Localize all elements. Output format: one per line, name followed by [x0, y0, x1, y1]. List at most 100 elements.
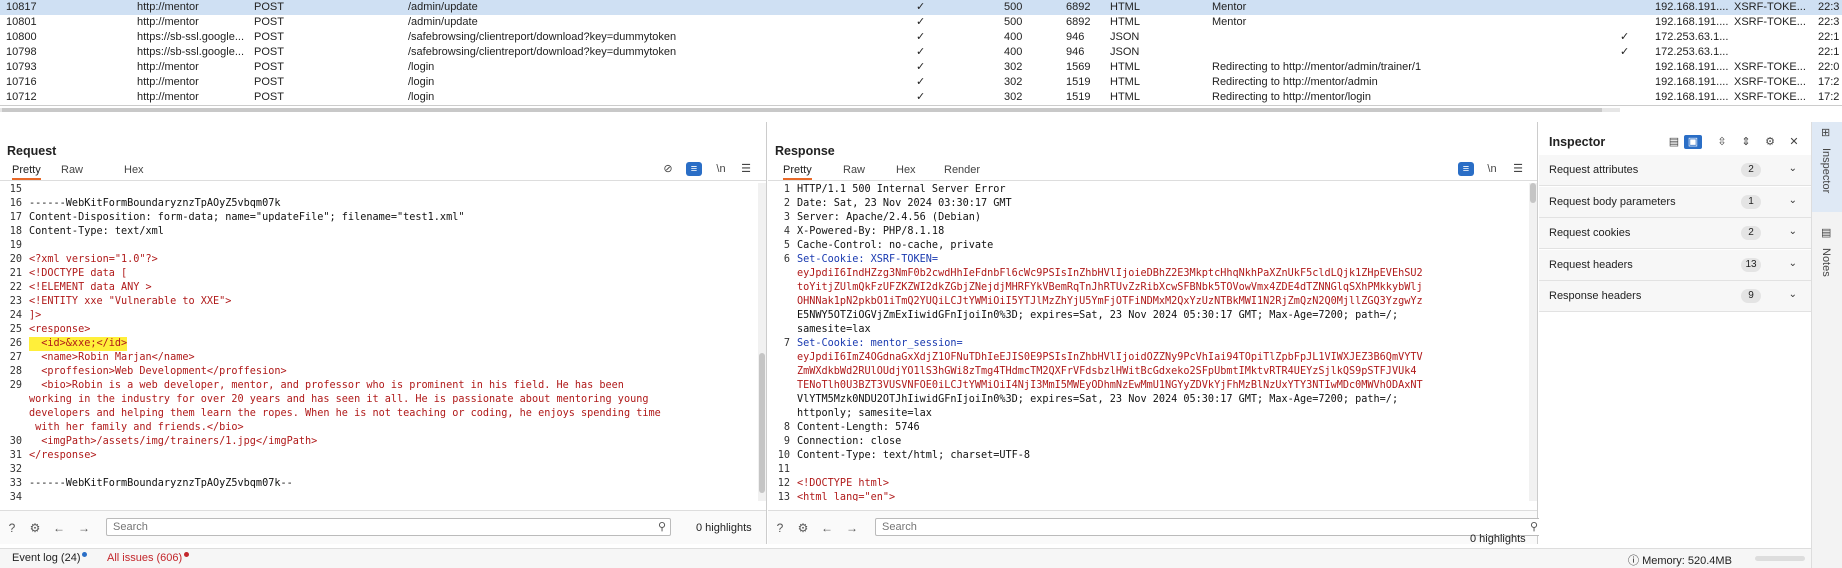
- cell-edited: ✓: [916, 1, 926, 13]
- inspector-section-label: Request attributes: [1549, 164, 1639, 176]
- cell-ip: 192.168.191....: [1655, 76, 1729, 88]
- cell-title: Redirecting to http://mentor/admin: [1212, 76, 1378, 88]
- line-number: 33: [9, 478, 22, 489]
- tab-response-pretty[interactable]: Pretty: [783, 164, 812, 180]
- line-number: 31: [9, 450, 22, 461]
- table-row[interactable]: 10712 http://mentor POST/login ✓ 302 1519 HTML…: [0, 90, 1842, 105]
- line-number: 13: [777, 492, 790, 501]
- table-row[interactable]: 10716 http://mentor POST/login ✓ 302 1519 HTML…: [0, 75, 1842, 90]
- table-row[interactable]: 10800 https://sb-ssl.google... POST/safebr…: [0, 30, 1842, 45]
- cell-time: 22:3: [1818, 16, 1840, 28]
- code-line: <response>: [29, 324, 91, 335]
- chevron-down-icon[interactable]: ⌄: [1789, 289, 1797, 300]
- line-number: 18: [9, 226, 22, 237]
- inspector-section[interactable]: Request headers 13 ⌄: [1539, 249, 1811, 281]
- inspector-section[interactable]: Request cookies 2 ⌄: [1539, 218, 1811, 249]
- code-line: X-Powered-By: PHP/8.1.18: [797, 226, 945, 237]
- line-number: 3: [783, 212, 790, 223]
- cell-time: 22:3: [1818, 1, 1840, 13]
- response-settings-icon[interactable]: ⚙: [795, 520, 811, 536]
- chevron-down-icon[interactable]: ⌄: [1789, 258, 1797, 269]
- line-number: 23: [9, 296, 22, 307]
- http-history-table: 10817 http://mentor POST/admin/update ✓ 500 6…: [0, 0, 1842, 106]
- close-icon[interactable]: ✕: [1786, 135, 1802, 149]
- chevron-down-icon[interactable]: ⌄: [1789, 163, 1797, 174]
- cell-host: http://mentor: [137, 1, 199, 13]
- cell-url: /safebrowsing/clientreport/download?key=…: [408, 46, 677, 58]
- response-wrap-lines-icon[interactable]: ≡: [1458, 162, 1474, 176]
- code-line: eyJpdiI6IndHZzg3NmF0b2cwdHhIeFdnbFl6cWc9…: [797, 268, 1423, 279]
- response-search-input[interactable]: [876, 519, 1476, 535]
- response-forward-icon[interactable]: →: [844, 520, 860, 536]
- help-icon[interactable]: ?: [4, 520, 20, 536]
- inspector-settings-icon[interactable]: ⚙: [1762, 135, 1778, 149]
- newline-toggle-icon[interactable]: \n: [713, 162, 729, 176]
- table-horizontal-scrollbar[interactable]: [0, 108, 1620, 112]
- all-issues-link[interactable]: All issues (606): [107, 552, 190, 564]
- cell-url: /safebrowsing/clientreport/download?key=…: [408, 31, 677, 43]
- cell-length: 946: [1066, 31, 1085, 43]
- response-back-icon[interactable]: ←: [819, 520, 835, 536]
- code-line: <proffesion>Web Development</proffesion>: [29, 366, 287, 377]
- cell-status: 500: [1004, 16, 1023, 28]
- request-search-field[interactable]: ⚲: [106, 518, 671, 536]
- table-row[interactable]: 10798 https://sb-ssl.google... POST/safebr…: [0, 45, 1842, 60]
- response-editor[interactable]: 1 HTTP/1.1 500 Internal Server Error 2 Date…: [768, 183, 1527, 501]
- cell-edited: ✓: [916, 61, 926, 73]
- sidebar-item-inspector[interactable]: Inspector ⊞: [1812, 122, 1842, 212]
- request-scrollbar[interactable]: [758, 183, 766, 501]
- line-number: 26: [9, 338, 22, 349]
- wrap-lines-icon[interactable]: ≡: [686, 162, 702, 176]
- cell-edited: ✓: [916, 91, 926, 103]
- request-menu-icon[interactable]: ☰: [738, 162, 754, 176]
- chevron-down-icon[interactable]: ⌄: [1789, 226, 1797, 237]
- cell-method: POST: [254, 61, 284, 73]
- tab-request-raw[interactable]: Raw: [61, 164, 83, 176]
- response-newline-icon[interactable]: \n: [1484, 162, 1500, 176]
- request-search-input[interactable]: [107, 519, 614, 535]
- code-line: <bio>Robin is a web developer, mentor, a…: [29, 380, 624, 391]
- tab-response-hex[interactable]: Hex: [896, 164, 916, 176]
- forward-icon[interactable]: →: [76, 520, 92, 536]
- code-line: VlYTM5Mzk0NDU2OTJhIiwidGFnIjoiIn0%3D; ex…: [797, 394, 1399, 405]
- request-title: Request: [7, 144, 57, 158]
- inspector-split-view-icon[interactable]: ▣: [1684, 135, 1702, 149]
- tab-response-render[interactable]: Render: [944, 164, 980, 176]
- cell-edited: ✓: [916, 46, 926, 58]
- code-line: Content-Type: text/xml: [29, 226, 164, 237]
- hide-non-printable-icon[interactable]: ⊘: [660, 162, 676, 176]
- response-search-bar: ? ⚙ ← → ⚲: [768, 510, 1543, 544]
- inspector-panel: Inspector ▤ ▣ ⇳ ⇕ ⚙ ✕ Request attributes…: [1539, 122, 1811, 544]
- cell-id: 10801: [6, 16, 37, 28]
- settings-icon[interactable]: ⚙: [27, 520, 43, 536]
- cell-edited: ✓: [916, 76, 926, 88]
- response-scrollbar[interactable]: [1529, 183, 1537, 501]
- inspector-list-view-icon[interactable]: ▤: [1665, 135, 1683, 149]
- tab-request-pretty[interactable]: Pretty: [12, 164, 41, 180]
- table-row[interactable]: 10817 http://mentor POST/admin/update ✓ 500 6…: [0, 0, 1842, 15]
- tab-response-raw[interactable]: Raw: [843, 164, 865, 176]
- table-row[interactable]: 10801 http://mentor POST/admin/update ✓ 500 6…: [0, 15, 1842, 30]
- inspector-section[interactable]: Response headers 9 ⌄: [1539, 281, 1811, 312]
- cell-ip: 192.168.191....: [1655, 1, 1729, 13]
- inspector-sidebar-icon: ⊞: [1821, 127, 1831, 139]
- response-title: Response: [775, 144, 835, 158]
- inspector-section[interactable]: Request attributes 2 ⌄: [1539, 155, 1811, 186]
- back-icon[interactable]: ←: [51, 520, 67, 536]
- response-help-icon[interactable]: ?: [772, 520, 788, 536]
- response-search-field[interactable]: ⚲: [875, 518, 1543, 536]
- table-row[interactable]: 10793 http://mentor POST/login ✓ 302 1569 HTML…: [0, 60, 1842, 75]
- code-line: <name>Robin Marjan</name>: [29, 352, 195, 363]
- response-menu-icon[interactable]: ☰: [1510, 162, 1526, 176]
- request-editor[interactable]: 15 16 ------WebKitFormBoundaryznzTpAOyZ5vb…: [0, 183, 756, 501]
- event-log-link[interactable]: Event log (24): [12, 552, 88, 564]
- all-issues-label: All issues (606): [107, 552, 183, 564]
- inspector-section-count: 1: [1741, 194, 1761, 209]
- chevron-down-icon[interactable]: ⌄: [1789, 195, 1797, 206]
- cell-time: 17:2: [1818, 76, 1840, 88]
- inspector-section[interactable]: Request body parameters 1 ⌄: [1539, 186, 1811, 218]
- collapse-all-icon[interactable]: ⇕: [1738, 135, 1754, 149]
- expand-all-icon[interactable]: ⇳: [1714, 135, 1730, 149]
- tab-request-hex[interactable]: Hex: [124, 164, 144, 176]
- sidebar-item-notes[interactable]: ▤ Notes: [1812, 222, 1842, 292]
